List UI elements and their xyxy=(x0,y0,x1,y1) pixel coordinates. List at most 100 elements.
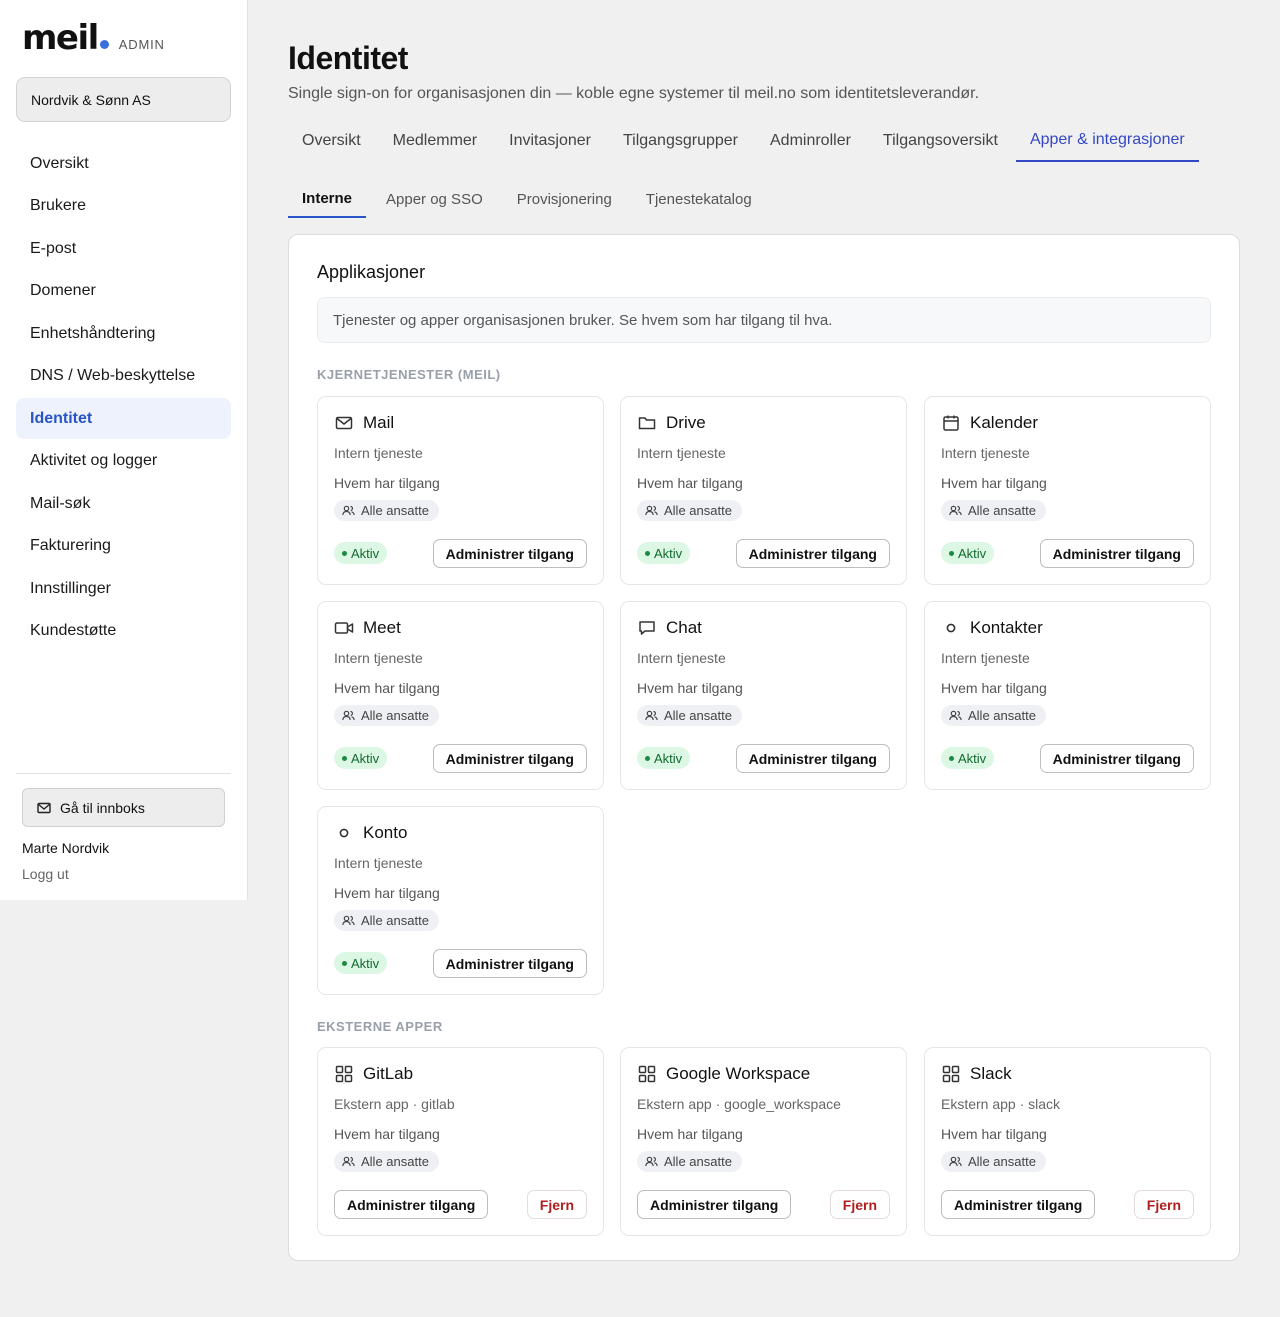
app-card-header: Konto xyxy=(334,823,407,843)
access-chip: Alle ansatte xyxy=(637,1151,742,1172)
tab-oversikt[interactable]: Oversikt xyxy=(288,120,375,162)
app-name: Mail xyxy=(363,413,395,432)
go-to-inbox-label: Gå til innboks xyxy=(60,799,145,816)
status-badge: Aktiv xyxy=(941,542,995,564)
go-to-inbox-button[interactable]: Gå til innboks xyxy=(22,788,225,827)
tab-tilgangsgrupper[interactable]: Tilgangsgrupper xyxy=(609,120,752,162)
status-label: Aktiv xyxy=(958,750,987,766)
applications-panel: Applikasjoner Tjenester og apper organis… xyxy=(288,234,1240,1261)
manage-access-button[interactable]: Administrer tilgang xyxy=(432,539,587,568)
sidebar-item-brukere[interactable]: Brukere xyxy=(16,186,231,227)
sidebar-nav: Oversikt Brukere E-post Domener Enhetshåndte… xyxy=(16,143,231,653)
status-label: Aktiv xyxy=(958,545,987,561)
app-card-meet: Meet Intern tjeneste Hvem har tilgang Alle … xyxy=(317,601,604,790)
logout-link[interactable]: Logg ut xyxy=(22,866,69,882)
admin-label: ADMIN xyxy=(118,37,165,52)
access-chip: Alle ansatte xyxy=(941,705,1046,726)
manage-access-button[interactable]: Administrer tilgang xyxy=(1039,539,1194,568)
chat-icon xyxy=(637,618,657,638)
app-card-chat: Chat Intern tjeneste Hvem har tilgang Alle … xyxy=(620,601,907,790)
user-name: Marte Nordvik xyxy=(22,840,110,856)
access-chip-label: Alle ansatte xyxy=(968,503,1036,518)
manage-access-button[interactable]: Administrer tilgang xyxy=(432,744,587,773)
subtab-apper-og-sso[interactable]: Apper og SSO xyxy=(372,181,497,218)
app-name: GitLab xyxy=(363,1064,414,1083)
subtab-provisjonering[interactable]: Provisjonering xyxy=(503,181,626,218)
sidebar-item-identitet[interactable]: Identitet xyxy=(16,398,231,439)
tab-medlemmer[interactable]: Medlemmer xyxy=(379,120,491,162)
access-chip-label: Alle ansatte xyxy=(968,1154,1036,1169)
sidebar-item-oversikt[interactable]: Oversikt xyxy=(16,143,231,184)
access-chip-label: Alle ansatte xyxy=(664,503,732,518)
sidebar-item-enhetshåndtering[interactable]: Enhetshåndtering xyxy=(16,313,231,354)
manage-access-button[interactable]: Administrer tilgang xyxy=(735,539,890,568)
app-type: Intern tjeneste xyxy=(637,445,726,461)
access-chip: Alle ansatte xyxy=(637,500,742,521)
status-badge: Aktiv xyxy=(334,952,388,974)
remove-button[interactable]: Fjern xyxy=(829,1190,890,1219)
tab-adminroller[interactable]: Adminroller xyxy=(756,120,865,162)
access-label: Hvem har tilgang xyxy=(941,1126,1047,1142)
access-label: Hvem har tilgang xyxy=(334,680,440,696)
access-chip-label: Alle ansatte xyxy=(361,503,429,518)
sidebar-item-kundestøtte[interactable]: Kundestøtte xyxy=(16,611,231,652)
circle-icon xyxy=(334,823,354,843)
sidebar-divider xyxy=(16,773,231,774)
status-badge: Aktiv xyxy=(637,747,691,769)
app-name: Google Workspace xyxy=(666,1064,811,1083)
app-card-kalender: Kalender Intern tjeneste Hvem har tilgang A… xyxy=(924,396,1211,585)
page-subtitle: Single sign-on for organisasjonen din — … xyxy=(288,85,980,102)
access-chip: Alle ansatte xyxy=(334,910,439,931)
sidebar-item-aktivitet-og-logger[interactable]: Aktivitet og logger xyxy=(16,441,231,482)
tab-apper-integrasjoner[interactable]: Apper & integrasjoner xyxy=(1015,120,1199,162)
app-card-gitlab: GitLab Ekstern app · gitlab Hvem har tilga… xyxy=(317,1047,604,1236)
tab-invitasjoner[interactable]: Invitasjoner xyxy=(495,120,605,162)
access-chip-label: Alle ansatte xyxy=(968,708,1036,723)
grid-icon xyxy=(941,1064,961,1084)
access-label: Hvem har tilgang xyxy=(941,475,1047,491)
app-card-header: Kontakter xyxy=(941,618,1043,638)
org-selector[interactable]: Nordvik & Sønn AS xyxy=(16,77,231,122)
status-badge: Aktiv xyxy=(334,747,388,769)
access-label: Hvem har tilgang xyxy=(941,680,1047,696)
app-type: Ekstern app · gitlab xyxy=(334,1096,455,1112)
users-icon xyxy=(645,710,658,721)
sidebar-item-e-post[interactable]: E-post xyxy=(16,228,231,269)
manage-access-button[interactable]: Administrer tilgang xyxy=(941,1190,1096,1219)
tab-tilgangsoversikt[interactable]: Tilgangsoversikt xyxy=(869,120,1012,162)
sidebar-item-mail-søk[interactable]: Mail-søk xyxy=(16,483,231,524)
access-chip-label: Alle ansatte xyxy=(664,708,732,723)
status-dot-icon xyxy=(342,755,347,761)
sidebar-item-domener[interactable]: Domener xyxy=(16,271,231,312)
sidebar-item-innstillinger[interactable]: Innstillinger xyxy=(16,568,231,609)
sidebar-item-fakturering[interactable]: Fakturering xyxy=(16,526,231,567)
sidebar-item-dns-web-beskyttelse[interactable]: DNS / Web-beskyttelse xyxy=(16,356,231,397)
remove-button[interactable]: Fjern xyxy=(526,1190,587,1219)
access-label: Hvem har tilgang xyxy=(334,885,440,901)
logo[interactable]: meil ADMIN xyxy=(22,18,165,58)
status-label: Aktiv xyxy=(351,545,380,561)
status-dot-icon xyxy=(949,755,954,761)
app-type: Intern tjeneste xyxy=(334,445,423,461)
status-dot-icon xyxy=(645,755,650,761)
users-icon xyxy=(342,1156,355,1167)
subtab-interne[interactable]: Interne xyxy=(288,181,367,218)
access-label: Hvem har tilgang xyxy=(637,475,743,491)
app-card-header: Mail xyxy=(334,413,394,433)
manage-access-button[interactable]: Administrer tilgang xyxy=(637,1190,792,1219)
mail-icon xyxy=(334,413,354,433)
manage-access-button[interactable]: Administrer tilgang xyxy=(432,949,587,978)
users-icon xyxy=(342,505,355,516)
status-label: Aktiv xyxy=(654,750,683,766)
remove-button[interactable]: Fjern xyxy=(1133,1190,1194,1219)
manage-access-button[interactable]: Administrer tilgang xyxy=(1039,744,1194,773)
status-label: Aktiv xyxy=(654,545,683,561)
app-name: Drive xyxy=(666,413,706,432)
manage-access-button[interactable]: Administrer tilgang xyxy=(334,1190,489,1219)
app-card-header: Drive xyxy=(637,413,706,433)
subtab-tjenestekatalog[interactable]: Tjenestekatalog xyxy=(632,181,766,218)
app-card-header: Slack xyxy=(941,1064,1012,1084)
manage-access-button[interactable]: Administrer tilgang xyxy=(735,744,890,773)
status-dot-icon xyxy=(342,550,347,556)
access-label: Hvem har tilgang xyxy=(334,1126,440,1142)
